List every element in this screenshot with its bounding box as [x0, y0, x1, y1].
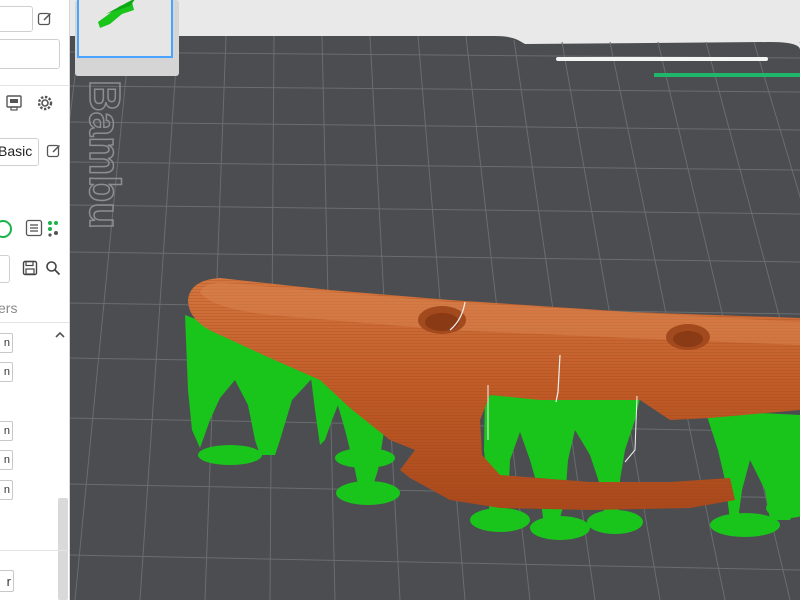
list-icon[interactable]	[24, 218, 44, 238]
tab-others[interactable]: ers	[0, 300, 17, 316]
compare-icon[interactable]	[45, 218, 63, 238]
search-icon[interactable]	[44, 259, 62, 277]
scene-canvas[interactable]: Bambu	[70, 0, 800, 600]
unit-field[interactable]: n	[0, 333, 13, 353]
plate-type-selector[interactable]	[0, 39, 60, 69]
plate-indicator-bar	[556, 57, 768, 61]
printer-icon[interactable]	[4, 93, 24, 113]
process-preset-label: Basic	[0, 143, 33, 159]
unit-field[interactable]: n	[0, 450, 13, 470]
chevron-up-icon[interactable]	[53, 328, 67, 342]
bed-brand-watermark: Bambu	[80, 80, 129, 229]
settings-panel: Basic ers n n n n n r	[0, 0, 70, 600]
gear-icon[interactable]	[35, 93, 55, 113]
app-window: Basic ers n n n n n r	[0, 0, 800, 600]
toggle-circle-icon[interactable]	[0, 218, 14, 240]
unit-field[interactable]: n	[0, 362, 13, 382]
bottom-action-button[interactable]: r	[0, 570, 14, 592]
unit-field[interactable]: n	[0, 480, 13, 500]
save-icon[interactable]	[21, 259, 39, 277]
printer-selector[interactable]	[0, 6, 33, 32]
filament-search-field[interactable]	[0, 255, 10, 283]
unit-field[interactable]: n	[0, 421, 13, 441]
plate-progress-bar	[654, 73, 800, 77]
edit-icon[interactable]	[36, 10, 54, 28]
edit-icon[interactable]	[45, 142, 63, 160]
plate-thumbnail[interactable]	[75, 0, 179, 76]
scrollbar[interactable]	[58, 498, 68, 600]
3d-viewport[interactable]: Bambu	[70, 0, 800, 600]
